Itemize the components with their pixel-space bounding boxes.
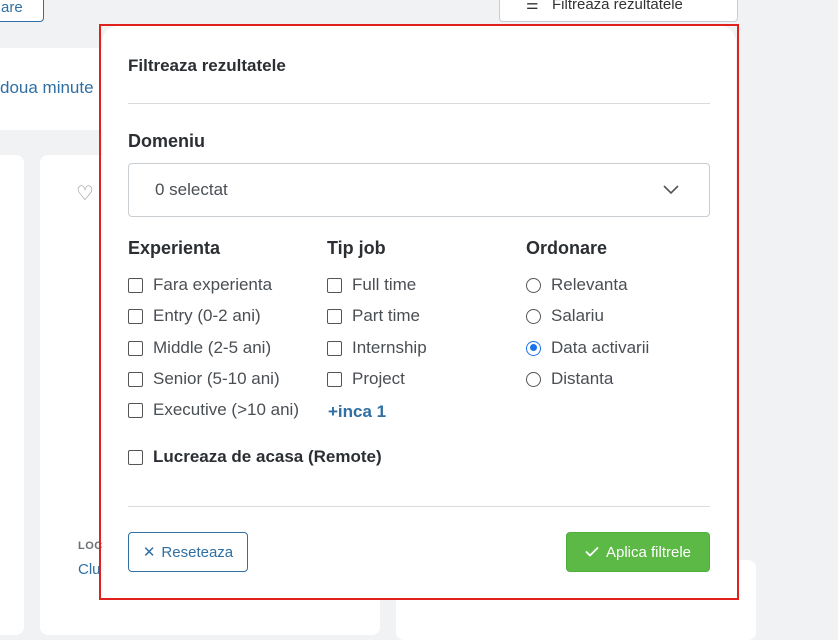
checkbox[interactable]: [327, 340, 342, 356]
radio-button[interactable]: [526, 277, 541, 293]
card-location-label: LOC: [78, 540, 103, 552]
ordering-option-label: Relevanta: [551, 275, 628, 294]
filter-modal: Filtreaza rezultatele Domeniu 0 selectat…: [102, 26, 736, 598]
job-type-option[interactable]: Project: [327, 369, 405, 389]
background-banner: doua minute: [0, 48, 110, 130]
experience-option-label: Fara experienta: [153, 275, 273, 294]
job-type-option-label: Full time: [352, 275, 417, 294]
reset-button[interactable]: ✕ Reseteaza: [128, 532, 248, 572]
experience-option[interactable]: Fara experienta: [128, 275, 272, 295]
job-type-option-label: Internship: [352, 338, 427, 357]
close-icon: ✕: [142, 544, 156, 561]
job-type-option-label: Part time: [352, 306, 421, 325]
checkbox[interactable]: [128, 449, 143, 465]
checkbox[interactable]: [128, 277, 143, 293]
chevron-down-icon: [663, 182, 679, 200]
reset-button-label: Reseteaza: [161, 543, 234, 561]
footer-divider: [128, 506, 710, 507]
apply-button-label: Aplica filtrele: [605, 543, 692, 561]
ordering-option-label: Data activarii: [551, 338, 650, 357]
ordering-option[interactable]: Distanta: [526, 369, 613, 389]
experience-option[interactable]: Middle (2-5 ani): [128, 338, 271, 358]
radio-button[interactable]: [526, 308, 541, 324]
radio-button[interactable]: [526, 371, 541, 387]
background-button-left[interactable]: are: [0, 0, 44, 22]
checkbox[interactable]: [128, 308, 143, 324]
experience-option[interactable]: Executive (>10 ani): [128, 400, 299, 420]
job-type-label: Tip job: [327, 238, 386, 258]
checkbox[interactable]: [327, 371, 342, 387]
modal-title: Filtreaza rezultatele: [128, 56, 286, 75]
open-filters-button[interactable]: ☰ Filtreaza rezultatele: [499, 0, 738, 22]
job-type-option-label: Project: [352, 369, 405, 388]
show-more-link[interactable]: +inca 1: [328, 402, 386, 422]
domain-select[interactable]: 0 selectat: [128, 163, 710, 217]
open-filters-label: Filtreaza rezultatele: [552, 0, 683, 13]
ordering-option[interactable]: Data activarii: [526, 338, 649, 358]
ordering-label: Ordonare: [526, 238, 608, 258]
domain-select-value: 0 selectat: [155, 180, 228, 199]
radio-button-selected[interactable]: [526, 340, 541, 356]
checkbox[interactable]: [327, 277, 342, 293]
job-card-partial: [0, 155, 24, 635]
apply-filters-button[interactable]: Aplica filtrele: [566, 532, 710, 572]
domain-label: Domeniu: [128, 131, 206, 151]
experience-option-label: Senior (5-10 ani): [153, 369, 280, 388]
check-icon: [585, 544, 599, 561]
checkbox[interactable]: [327, 308, 342, 324]
experience-option-label: Executive (>10 ani): [153, 400, 299, 419]
banner-text: doua minute: [0, 78, 94, 97]
ordering-option[interactable]: Salariu: [526, 306, 604, 326]
favorite-heart-icon[interactable]: ♡: [76, 181, 94, 206]
checkbox[interactable]: [128, 402, 143, 418]
header-divider: [128, 103, 710, 104]
background-button-left-label: are: [1, 0, 23, 16]
card-location-value: Clu: [78, 561, 101, 578]
checkbox[interactable]: [128, 340, 143, 356]
checkbox[interactable]: [128, 371, 143, 387]
job-type-option[interactable]: Full time: [327, 275, 416, 295]
ordering-option[interactable]: Relevanta: [526, 275, 628, 295]
remote-option-label: Lucreaza de acasa (Remote): [153, 447, 382, 466]
experience-option[interactable]: Entry (0-2 ani): [128, 306, 261, 326]
experience-label: Experienta: [128, 238, 221, 258]
experience-option-label: Middle (2-5 ani): [153, 338, 272, 357]
job-type-option[interactable]: Internship: [327, 338, 427, 358]
job-type-option[interactable]: Part time: [327, 306, 420, 326]
remote-option[interactable]: Lucreaza de acasa (Remote): [128, 447, 382, 467]
experience-option[interactable]: Senior (5-10 ani): [128, 369, 280, 389]
ordering-option-label: Distanta: [551, 369, 614, 388]
ordering-option-label: Salariu: [551, 306, 604, 325]
experience-option-label: Entry (0-2 ani): [153, 306, 261, 325]
filter-icon: ☰: [526, 0, 539, 12]
